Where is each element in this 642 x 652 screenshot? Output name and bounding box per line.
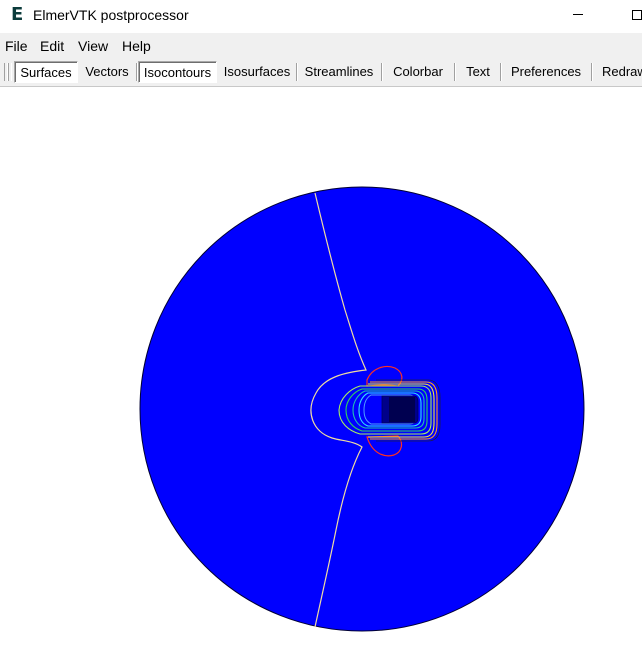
title-bar: E ElmerVTK postprocessor <box>0 0 642 33</box>
maximize-button[interactable] <box>626 6 642 26</box>
toolbar-separator <box>500 63 502 81</box>
text-button[interactable]: Text <box>459 61 497 83</box>
render-viewport[interactable] <box>0 87 642 652</box>
toolbar-separator <box>296 63 298 81</box>
vectors-button[interactable]: Vectors <box>80 61 134 83</box>
toolbar-separator <box>591 63 593 81</box>
menu-bar: File Edit View Help <box>0 33 642 57</box>
surfaces-button[interactable]: Surfaces <box>14 61 78 83</box>
toolbar-grip-secondary <box>8 63 12 81</box>
menu-help[interactable]: Help <box>122 38 151 54</box>
colorbar-button[interactable]: Colorbar <box>387 61 449 83</box>
conductor-core <box>389 397 415 422</box>
domain-surface <box>139 186 585 632</box>
streamlines-button[interactable]: Streamlines <box>299 61 379 83</box>
elmer-app-icon: E <box>11 4 24 25</box>
app-window: E ElmerVTK postprocessor File Edit View … <box>0 0 642 652</box>
isosurfaces-button[interactable]: Isosurfaces <box>219 61 295 83</box>
redraw-button[interactable]: Redraw <box>596 61 642 83</box>
menu-edit[interactable]: Edit <box>40 38 64 54</box>
window-title: ElmerVTK postprocessor <box>33 7 189 23</box>
menu-file[interactable]: File <box>5 38 28 54</box>
toolbar-separator <box>381 63 383 81</box>
menu-view[interactable]: View <box>78 38 108 54</box>
render-canvas[interactable] <box>0 87 642 652</box>
minimize-button[interactable] <box>568 6 588 26</box>
toolbar-separator <box>454 63 456 81</box>
toolbar: Surfaces Vectors Isocontours Isosurfaces… <box>0 57 642 87</box>
isocontours-button[interactable]: Isocontours <box>138 61 217 83</box>
preferences-button[interactable]: Preferences <box>505 61 587 83</box>
